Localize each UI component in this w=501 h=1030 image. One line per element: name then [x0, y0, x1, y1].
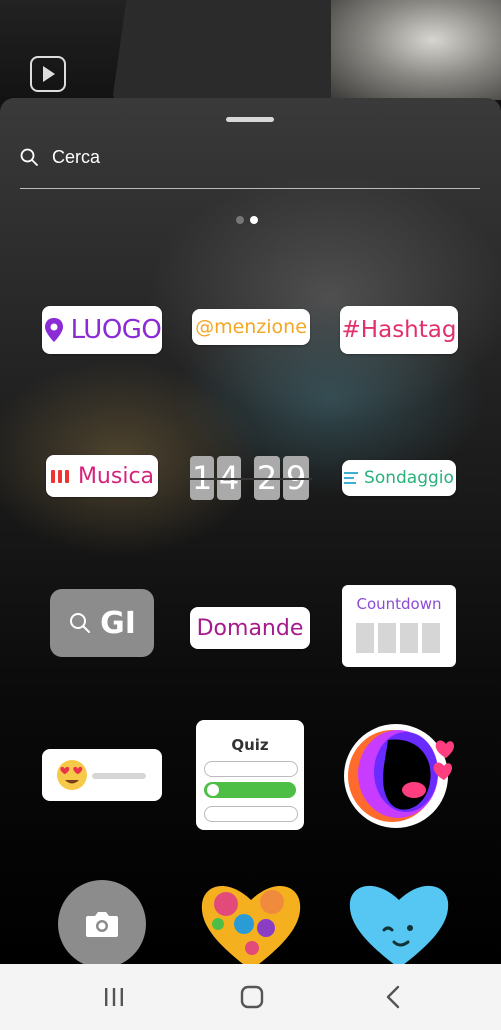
quiz-sticker[interactable]: Quiz — [196, 720, 304, 830]
mention-label: @menzione — [195, 316, 307, 338]
background-tile — [112, 0, 358, 100]
search-input[interactable] — [52, 142, 452, 172]
quiz-option-correct — [204, 782, 296, 798]
location-label: LUOGO — [70, 315, 162, 345]
recent-apps-button[interactable] — [94, 982, 134, 1012]
poll-lines-icon — [344, 472, 359, 484]
page-indicator — [236, 211, 264, 229]
page-dot-2[interactable] — [250, 216, 258, 224]
sticker-sheet: LUOGO @menzione #Hashtag Musica 1 4 2 9 — [0, 98, 501, 970]
checkmark-icon — [207, 784, 219, 796]
countdown-box — [422, 623, 440, 653]
home-button[interactable] — [232, 982, 272, 1012]
poll-label: Sondaggio — [364, 468, 454, 488]
location-pin-icon — [44, 318, 63, 342]
heart-floral-icon — [201, 886, 301, 970]
search-bar[interactable] — [20, 142, 480, 189]
emoji-heart-eyes-icon — [57, 760, 87, 790]
questions-sticker[interactable]: Domande — [190, 607, 310, 649]
quiz-option — [204, 806, 298, 822]
quiz-label: Quiz — [231, 736, 269, 754]
back-button[interactable] — [374, 982, 414, 1012]
camera-icon — [86, 912, 118, 937]
screaming-mouth-icon — [344, 724, 454, 828]
emoji-slider-sticker[interactable] — [42, 749, 162, 801]
search-icon — [20, 148, 38, 166]
heart-floral-sticker[interactable] — [196, 874, 306, 974]
home-icon — [240, 985, 264, 1009]
countdown-box — [356, 623, 374, 653]
poll-sticker[interactable]: Sondaggio — [342, 460, 456, 496]
hashtag-label: #Hashtag — [341, 317, 457, 343]
quiz-option — [204, 761, 298, 777]
mouth-sticker[interactable] — [338, 718, 462, 836]
countdown-box — [400, 623, 418, 653]
background-app-preview — [0, 0, 501, 110]
countdown-box — [378, 623, 396, 653]
recent-apps-icon — [105, 988, 123, 1006]
music-label: Musica — [77, 463, 155, 489]
gif-search-icon — [70, 613, 91, 633]
music-bars-icon — [50, 470, 69, 483]
countdown-label: Countdown — [356, 595, 442, 613]
time-divider — [190, 478, 312, 480]
gif-label: GI — [100, 605, 136, 641]
back-icon — [386, 985, 400, 1009]
background-sky-image — [331, 0, 501, 100]
page-dot-1[interactable] — [236, 216, 244, 224]
time-sticker[interactable]: 1 4 2 9 — [190, 456, 312, 502]
play-app-icon — [30, 56, 66, 92]
winking-heart-sticker[interactable] — [346, 878, 452, 970]
questions-label: Domande — [196, 615, 304, 641]
music-sticker[interactable]: Musica — [46, 455, 158, 497]
hashtag-sticker[interactable]: #Hashtag — [340, 306, 458, 354]
countdown-sticker[interactable]: Countdown — [342, 585, 456, 667]
gif-sticker[interactable]: GI — [50, 589, 154, 657]
winking-heart-icon — [349, 885, 449, 968]
camera-sticker[interactable] — [58, 880, 146, 968]
mention-sticker[interactable]: @menzione — [192, 309, 310, 345]
countdown-boxes — [356, 623, 440, 653]
drag-handle[interactable] — [226, 117, 274, 122]
emoji-slider-track — [92, 773, 146, 779]
location-sticker[interactable]: LUOGO — [42, 306, 162, 354]
system-navigation-bar — [0, 964, 501, 1030]
